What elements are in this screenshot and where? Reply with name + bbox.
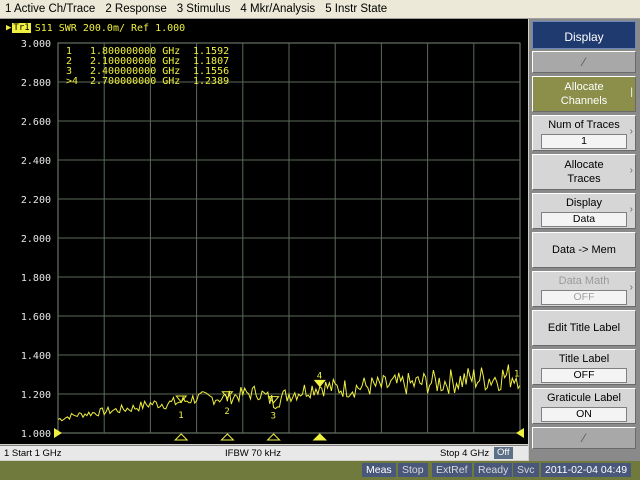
display-data-button[interactable]: Display Data › [532, 193, 636, 229]
menu-mkr-analysis[interactable]: 4 Mkr/Analysis [235, 3, 320, 15]
marker-stimulus-icon [220, 433, 235, 441]
y-tick-label: 2.000 [21, 234, 51, 245]
graticule-label-toggle[interactable]: Graticule Label ON [532, 388, 636, 424]
display-data-value: Data [541, 212, 627, 227]
data-math-value: OFF [541, 290, 627, 305]
meas-status: Meas [362, 463, 396, 477]
y-tick-label: 1.400 [21, 351, 51, 362]
trace-format-label: S11 SWR 200.0m/ Ref 1.000 [34, 22, 186, 34]
power-off-badge[interactable]: Off [494, 447, 513, 459]
trace-end-label: 1 [514, 370, 519, 380]
data-math-button[interactable]: Data Math OFF › [532, 271, 636, 307]
y-tick-label: 2.600 [21, 117, 51, 128]
marker-table-freq: 2.700000000 GHz [90, 76, 180, 87]
y-tick-label: 1.600 [21, 312, 51, 323]
scroll-up-icon: ⁄ [582, 55, 585, 69]
marker-label: 3 [271, 412, 276, 422]
y-tick-label: 2.400 [21, 156, 51, 167]
softkey-panel: Display ⁄ Allocate Channels | Num of Tra… [529, 19, 640, 461]
submenu-arrow-icon: | [630, 87, 633, 98]
date-time: 2011-02-04 04:49 [541, 463, 632, 477]
menu-bar: 1 Active Ch/Trace 2 Response 3 Stimulus … [0, 0, 640, 19]
menu-response[interactable]: 2 Response [100, 3, 171, 15]
marker-stimulus-icon [266, 433, 281, 441]
scroll-down-button[interactable]: ⁄ [532, 427, 636, 449]
y-tick-label: 1.800 [21, 273, 51, 284]
extref-status: ExtRef [432, 463, 472, 477]
title-label-value: OFF [541, 368, 627, 383]
marker-label: 2 [224, 407, 229, 417]
submenu-arrow-icon: › [629, 165, 633, 176]
submenu-arrow-icon: › [629, 126, 633, 137]
y-tick-label: 1.200 [21, 390, 51, 401]
allocate-channels-button[interactable]: Allocate Channels | [532, 76, 636, 112]
marker-stimulus-icon [312, 433, 328, 441]
scroll-down-icon: ⁄ [582, 431, 585, 445]
ready-status: Ready [474, 463, 513, 477]
menu-active-ch-trace[interactable]: 1 Active Ch/Trace [0, 3, 100, 15]
submenu-arrow-icon: › [629, 204, 633, 215]
channel-status-bar: 1 Start 1 GHz IFBW 70 kHz Stop 4 GHz Off [0, 445, 528, 460]
marker-stimulus-icon [173, 433, 189, 441]
active-trace-arrow-icon: ▶ [6, 23, 12, 33]
submenu-arrow-icon: › [629, 282, 633, 293]
measurement-screen[interactable]: 3.000 2.800 2.600 2.400 2.200 2.000 1.800 1.600… [0, 19, 528, 444]
graticule-label-value: ON [541, 407, 627, 422]
marker-table-id: >4 [66, 76, 78, 87]
allocate-traces-button[interactable]: Allocate Traces › [532, 154, 636, 190]
start-frequency[interactable]: 1 Start 1 GHz [4, 448, 62, 459]
trace-header[interactable]: ▶ Tr1 S11 SWR 200.0m/ Ref 1.000 [6, 22, 185, 34]
scroll-up-button[interactable]: ⁄ [532, 51, 636, 73]
edit-title-label-button[interactable]: Edit Title Label [532, 310, 636, 346]
marker-label: 1 [178, 411, 183, 421]
y-tick-label: 2.800 [21, 78, 51, 89]
y-tick-label: 3.000 [21, 39, 51, 50]
stop-frequency[interactable]: Stop 4 GHz [440, 448, 489, 459]
stop-status: Stop [398, 463, 428, 477]
trace-plot[interactable]: 3.000 2.800 2.600 2.400 2.200 2.000 1.800 1.600… [0, 19, 528, 444]
menu-instr-state[interactable]: 5 Instr State [320, 3, 392, 15]
ifbw-readout[interactable]: IFBW 70 kHz [225, 448, 281, 459]
marker-on-trace-icon [313, 379, 326, 388]
svc-status: Svc [513, 463, 539, 477]
softkey-menu-title: Display [532, 21, 636, 49]
y-tick-label: 2.200 [21, 195, 51, 206]
instrument-status-bar: Meas Stop ExtRef Ready Svc 2011-02-04 04… [0, 461, 640, 480]
num-of-traces-value: 1 [541, 134, 627, 149]
marker-table-value: 1.2389 [193, 76, 229, 87]
num-of-traces-button[interactable]: Num of Traces 1 › [532, 115, 636, 151]
trace-badge: Tr1 [12, 23, 31, 33]
menu-stimulus[interactable]: 3 Stimulus [172, 3, 236, 15]
y-tick-label: 1.000 [21, 429, 51, 440]
title-label-toggle[interactable]: Title Label OFF [532, 349, 636, 385]
data-to-mem-button[interactable]: Data -> Mem [532, 232, 636, 268]
